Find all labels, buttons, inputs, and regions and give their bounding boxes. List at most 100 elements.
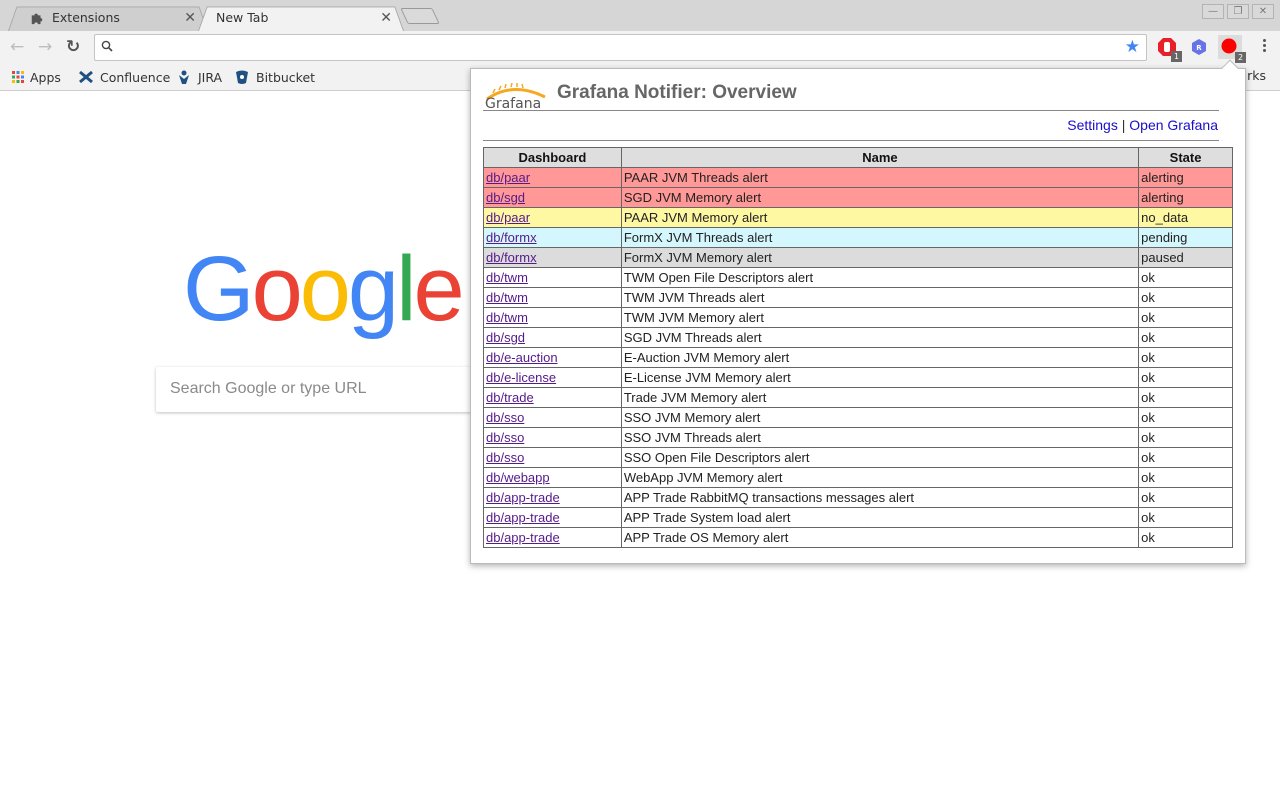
svg-text:Grafana: Grafana	[485, 96, 541, 109]
alert-name-cell: PAAR JVM Memory alert	[620, 207, 1140, 228]
tab-strip: Extensions ✕ New Tab ✕ — ❐ ✕	[0, 0, 1280, 32]
dashboard-link[interactable]: db/formx	[486, 250, 537, 265]
settings-link[interactable]: Settings	[1067, 117, 1118, 133]
dashboard-link[interactable]: db/webapp	[486, 470, 550, 485]
close-window-button[interactable]: ✕	[1252, 4, 1274, 19]
close-tab-icon[interactable]: ✕	[184, 10, 196, 26]
state-cell: ok	[1138, 427, 1233, 448]
dashboard-cell: db/app-trade	[483, 487, 622, 508]
table-row: db/app-trade APP Trade OS Memory alert ok	[483, 527, 1233, 548]
state-cell: alerting	[1138, 167, 1233, 188]
reload-button[interactable]: ↻	[66, 37, 80, 57]
open-grafana-link[interactable]: Open Grafana	[1129, 117, 1218, 133]
restore-button[interactable]: ❐	[1227, 4, 1249, 19]
popup-title: Grafana Notifier: Overview	[557, 82, 797, 103]
menu-icon[interactable]	[1263, 39, 1266, 52]
tab-label: New Tab	[216, 10, 269, 25]
bookmark-label: Apps	[30, 69, 61, 85]
alert-name-cell: SSO JVM Threads alert	[620, 427, 1140, 448]
dashboard-link[interactable]: db/e-auction	[486, 350, 558, 365]
dashboard-cell: db/sso	[483, 447, 622, 468]
alert-name-cell: TWM Open File Descriptors alert	[620, 267, 1140, 288]
dashboard-link[interactable]: db/sgd	[486, 190, 525, 205]
dashboard-link[interactable]: db/twm	[486, 270, 528, 285]
alert-name-cell: E-Auction JVM Memory alert	[620, 347, 1140, 368]
dashboard-cell: db/formx	[483, 247, 622, 268]
svg-text:R: R	[1196, 44, 1202, 52]
minimize-button[interactable]: —	[1202, 4, 1224, 19]
divider	[483, 140, 1219, 141]
state-cell: ok	[1138, 327, 1233, 348]
state-cell: paused	[1138, 247, 1233, 268]
close-tab-icon[interactable]: ✕	[380, 10, 392, 26]
tab-new-tab[interactable]: New Tab ✕	[198, 4, 404, 32]
dashboard-cell: db/e-auction	[483, 347, 622, 368]
dashboard-cell: db/trade	[483, 387, 622, 408]
dashboard-link[interactable]: db/paar	[486, 170, 530, 185]
bookmark-confluence[interactable]: Confluence	[78, 68, 170, 86]
address-bar[interactable]: ★	[94, 34, 1147, 61]
state-cell: ok	[1138, 467, 1233, 488]
state-cell: alerting	[1138, 187, 1233, 208]
dashboard-link[interactable]: db/sso	[486, 410, 524, 425]
apps-grid-icon	[12, 71, 24, 83]
table-row: db/twm TWM JVM Threads alert ok	[483, 287, 1233, 308]
dashboard-link[interactable]: db/trade	[486, 390, 534, 405]
dashboard-link[interactable]: db/twm	[486, 290, 528, 305]
logo-letter: o	[251, 238, 303, 340]
alert-name-cell: Trade JVM Memory alert	[620, 387, 1140, 408]
table-row: db/e-license E-License JVM Memory alert ok	[483, 367, 1233, 388]
bitbucket-icon	[236, 70, 248, 84]
grafana-logo-icon: Grafana	[485, 82, 546, 109]
table-row: db/sgd SGD JVM Threads alert ok	[483, 327, 1233, 348]
extension-badge: 1	[1171, 51, 1182, 62]
state-cell: ok	[1138, 527, 1233, 548]
dashboard-link[interactable]: db/paar	[486, 210, 530, 225]
dashboard-link[interactable]: db/app-trade	[486, 510, 560, 525]
dashboard-link[interactable]: db/app-trade	[486, 490, 560, 505]
adblock-extension-button[interactable]: 1	[1156, 36, 1182, 62]
dashboard-cell: db/twm	[483, 287, 622, 308]
popup-header: Grafana Grafana Notifier: Overview	[483, 77, 1219, 111]
logo-letter: e	[413, 238, 465, 340]
table-row: db/formx FormX JVM Threads alert pending	[483, 227, 1233, 248]
state-cell: ok	[1138, 347, 1233, 368]
bookmark-apps[interactable]: Apps	[12, 68, 61, 86]
state-cell: ok	[1138, 407, 1233, 428]
bookmark-label: Bitbucket	[256, 69, 316, 85]
grafana-notifier-extension-button[interactable]: 2	[1218, 35, 1246, 63]
state-cell: ok	[1138, 307, 1233, 328]
dashboard-link[interactable]: db/sgd	[486, 330, 525, 345]
bookmark-bitbucket[interactable]: Bitbucket	[234, 68, 315, 86]
alert-name-cell: SSO JVM Memory alert	[620, 407, 1140, 428]
r-extension-button[interactable]: R	[1188, 36, 1210, 58]
dashboard-cell: db/twm	[483, 267, 622, 288]
dashboard-link[interactable]: db/e-license	[486, 370, 556, 385]
bookmark-jira[interactable]: JIRA	[176, 68, 222, 86]
tab-extensions[interactable]: Extensions ✕	[8, 4, 208, 32]
bookmark-label: JIRA	[198, 69, 223, 85]
table-row: db/sgd SGD JVM Memory alert alerting	[483, 187, 1233, 208]
new-tab-button[interactable]	[400, 8, 440, 24]
alert-name-cell: SSO Open File Descriptors alert	[620, 447, 1140, 468]
dashboard-link[interactable]: db/twm	[486, 310, 528, 325]
dashboard-link[interactable]: db/app-trade	[486, 530, 560, 545]
forward-button[interactable]: →	[38, 37, 52, 57]
dashboard-link[interactable]: db/sso	[486, 450, 524, 465]
dashboard-cell: db/app-trade	[483, 527, 622, 548]
table-row: db/sso SSO JVM Threads alert ok	[483, 427, 1233, 448]
bookmark-star-icon[interactable]: ★	[1125, 37, 1140, 57]
table-row: db/sso SSO JVM Memory alert ok	[483, 407, 1233, 428]
back-button[interactable]: ←	[10, 37, 24, 57]
state-cell: ok	[1138, 367, 1233, 388]
dashboard-cell: db/app-trade	[483, 507, 622, 528]
alert-name-cell: APP Trade System load alert	[620, 507, 1140, 528]
dashboard-cell: db/sso	[483, 427, 622, 448]
tab-label: Extensions	[52, 10, 120, 25]
state-cell: ok	[1138, 507, 1233, 528]
extension-badge: 2	[1235, 52, 1246, 63]
dashboard-link[interactable]: db/formx	[486, 230, 537, 245]
dashboard-link[interactable]: db/sso	[486, 430, 524, 445]
column-header-state: State	[1138, 147, 1233, 168]
table-row: db/twm TWM Open File Descriptors alert ok	[483, 267, 1233, 288]
